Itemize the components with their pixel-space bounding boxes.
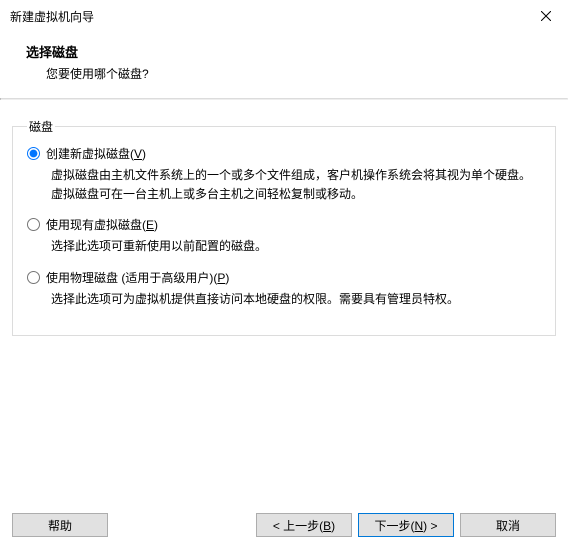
cancel-button[interactable]: 取消 [460, 513, 556, 537]
radio-use-existing-disk[interactable] [27, 218, 40, 231]
content-area: 磁盘 创建新虚拟磁盘(V) 虚拟磁盘由主机文件系统上的一个或多个文件组成，客户机… [0, 100, 568, 503]
window-title: 新建虚拟机向导 [10, 8, 94, 25]
option-create-new-disk: 创建新虚拟磁盘(V) 虚拟磁盘由主机文件系统上的一个或多个文件组成，客户机操作系… [27, 145, 541, 204]
page-title: 选择磁盘 [26, 42, 568, 61]
option-create-new-disk-line[interactable]: 创建新虚拟磁盘(V) [27, 145, 541, 162]
disk-groupbox-legend: 磁盘 [27, 118, 55, 135]
close-icon [541, 11, 551, 21]
option-use-physical-disk-line[interactable]: 使用物理磁盘 (适用于高级用户)(P) [27, 269, 541, 286]
wizard-window: 新建虚拟机向导 选择磁盘 您要使用哪个磁盘? 磁盘 创建新虚拟磁盘(V) 虚拟磁… [0, 0, 568, 549]
wizard-header: 选择磁盘 您要使用哪个磁盘? [0, 32, 568, 98]
option-use-existing-disk-line[interactable]: 使用现有虚拟磁盘(E) [27, 216, 541, 233]
help-button[interactable]: 帮助 [12, 513, 108, 537]
option-create-new-disk-label: 创建新虚拟磁盘(V) [46, 145, 146, 162]
option-use-physical-disk-label: 使用物理磁盘 (适用于高级用户)(P) [46, 269, 229, 286]
option-create-new-disk-desc: 虚拟磁盘由主机文件系统上的一个或多个文件组成，客户机操作系统会将其视为单个硬盘。… [51, 166, 531, 204]
option-use-physical-disk-desc: 选择此选项可为虚拟机提供直接访问本地硬盘的权限。需要具有管理员特权。 [51, 290, 531, 309]
footer: 帮助 < 上一步(B) 下一步(N) > 取消 [0, 503, 568, 549]
close-button[interactable] [523, 1, 568, 31]
page-subtitle: 您要使用哪个磁盘? [26, 65, 568, 82]
back-button[interactable]: < 上一步(B) [256, 513, 352, 537]
radio-create-new-disk[interactable] [27, 147, 40, 160]
next-button[interactable]: 下一步(N) > [358, 513, 454, 537]
disk-groupbox: 磁盘 创建新虚拟磁盘(V) 虚拟磁盘由主机文件系统上的一个或多个文件组成，客户机… [12, 118, 556, 336]
option-use-existing-disk-label: 使用现有虚拟磁盘(E) [46, 216, 158, 233]
radio-use-physical-disk[interactable] [27, 271, 40, 284]
option-use-existing-disk: 使用现有虚拟磁盘(E) 选择此选项可重新使用以前配置的磁盘。 [27, 216, 541, 256]
option-use-existing-disk-desc: 选择此选项可重新使用以前配置的磁盘。 [51, 237, 531, 256]
option-use-physical-disk: 使用物理磁盘 (适用于高级用户)(P) 选择此选项可为虚拟机提供直接访问本地硬盘… [27, 269, 541, 309]
titlebar: 新建虚拟机向导 [0, 0, 568, 32]
